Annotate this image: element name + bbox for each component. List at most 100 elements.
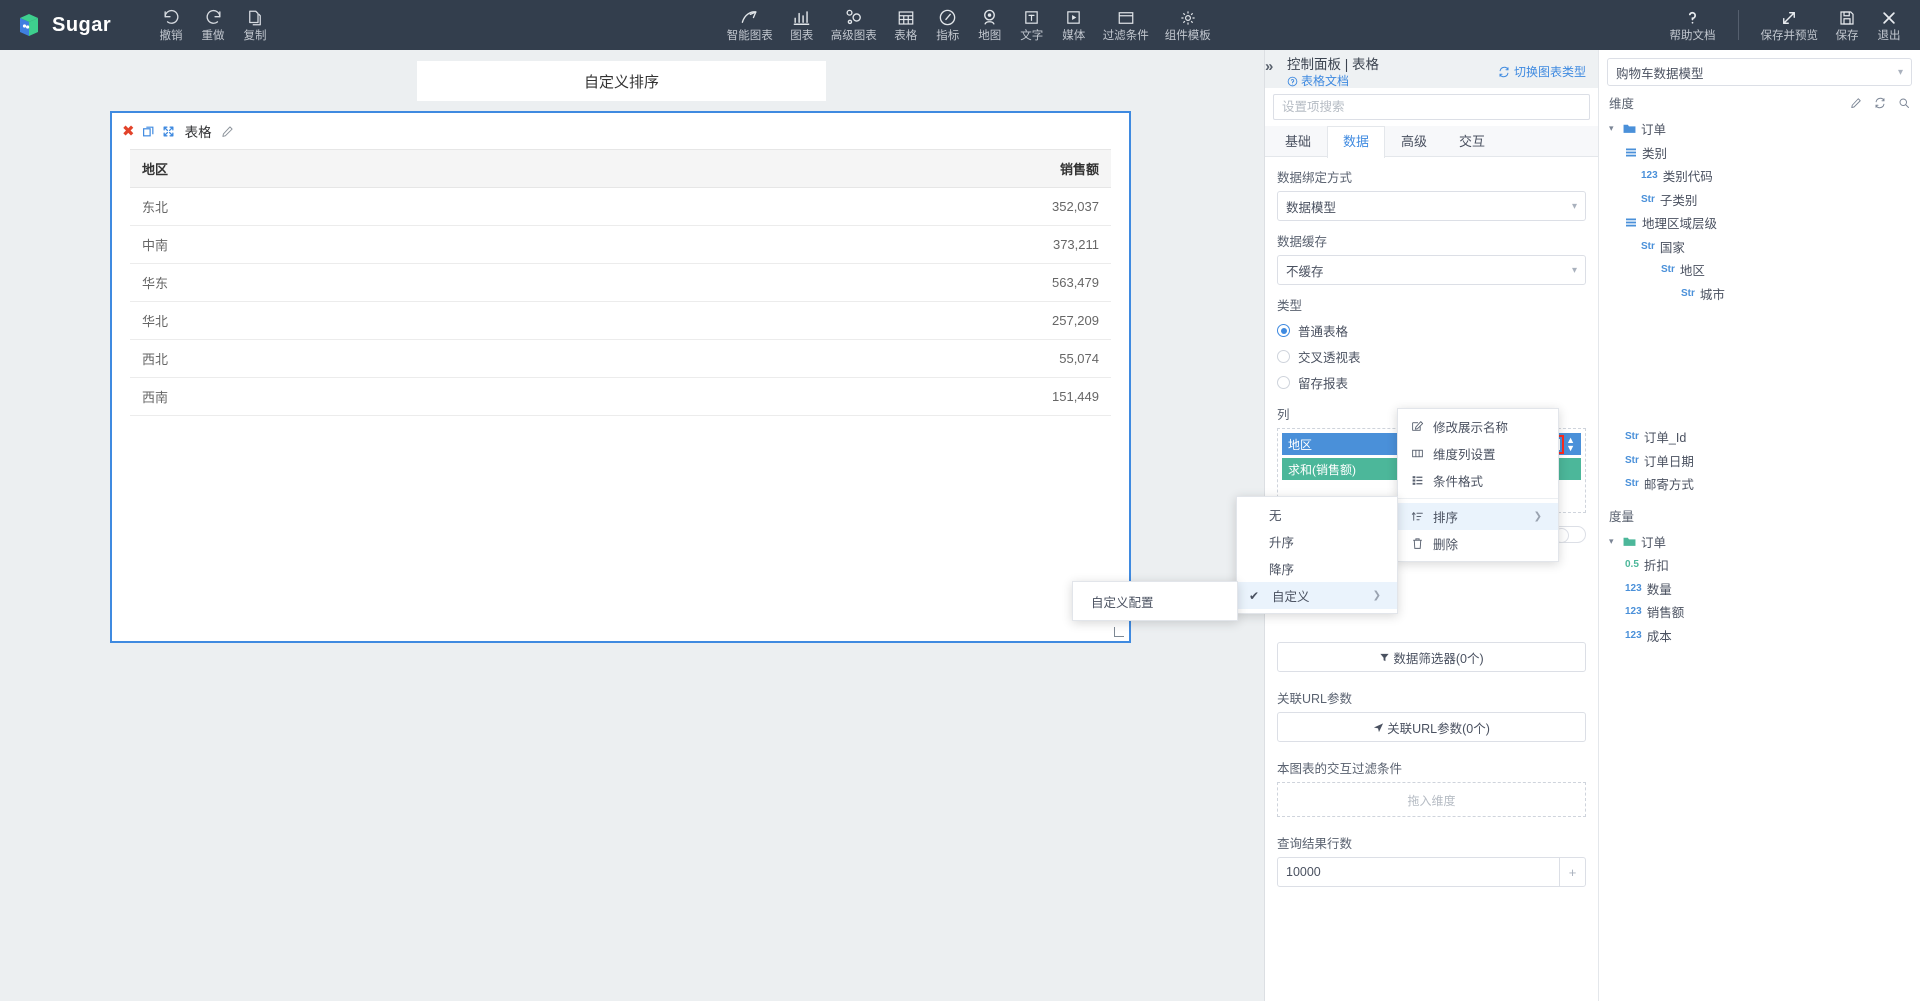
menu-item-sort-none[interactable]: 无: [1237, 501, 1397, 528]
menu-item-custom-config[interactable]: 自定义配置: [1073, 586, 1237, 616]
hierarchy-icon: [1626, 148, 1636, 157]
insert-smart-chart-button[interactable]: 智能图表: [719, 8, 781, 43]
tree-node-city[interactable]: Str 城市: [1599, 282, 1920, 306]
tree-node-order-id[interactable]: Str 订单_Id: [1599, 425, 1920, 449]
insert-chart-button[interactable]: 图表: [781, 8, 823, 43]
tree-node-subcategory[interactable]: Str 子类别: [1599, 188, 1920, 212]
tree-node-measure-folder-order[interactable]: ▾ 订单: [1599, 530, 1920, 554]
measure-label: 度量: [1609, 509, 1635, 524]
copy-button[interactable]: 复制: [234, 8, 276, 43]
tree-node-label: 地理区域层级: [1642, 217, 1718, 232]
radio-normal-table[interactable]: 普通表格: [1277, 321, 1586, 340]
redo-button[interactable]: 重做: [192, 8, 234, 43]
tab-interaction[interactable]: 交互: [1443, 126, 1501, 156]
menu-item-sort-desc[interactable]: 降序: [1237, 555, 1397, 582]
copy-icon: [246, 8, 264, 28]
insert-text-button[interactable]: 文字: [1011, 8, 1053, 43]
undo-button[interactable]: 撤销: [150, 8, 192, 43]
menu-item-delete[interactable]: 删除: [1398, 530, 1558, 557]
tree-node-type: Str: [1681, 287, 1695, 299]
menu-item-dimension-column-settings[interactable]: 维度列设置: [1398, 440, 1558, 467]
binding-select[interactable]: 数据模型 ▾: [1277, 191, 1586, 221]
dataset-select[interactable]: 购物车数据模型 ▾: [1607, 58, 1912, 86]
dashboard-canvas[interactable]: 自定义排序 ✖ 表格 地区 销售额 东北 352,037 中南 373,211 …: [0, 50, 1244, 1001]
data-filter-section: 数据筛选器(0个): [1277, 642, 1586, 672]
tree-node-group-category[interactable]: 类别: [1599, 141, 1920, 165]
table-widget[interactable]: ✖ 表格 地区 销售额 东北 352,037 中南 373,211 华东 563…: [110, 111, 1131, 643]
edit-name-icon: [1410, 420, 1424, 433]
insert-component-template-button[interactable]: 组件模板: [1157, 8, 1219, 43]
tree-node-country[interactable]: Str 国家: [1599, 235, 1920, 259]
insert-media-button[interactable]: 媒体: [1053, 8, 1095, 43]
menu-item-sort-asc[interactable]: 升序: [1237, 528, 1397, 555]
radio-retention-report[interactable]: 留存报表: [1277, 373, 1586, 392]
tree-node-quantity[interactable]: 123 数量: [1599, 577, 1920, 601]
tree-node-label: 类别: [1642, 146, 1668, 161]
menu-item-sort[interactable]: 排序 ❯: [1398, 503, 1558, 530]
history-tools: 撤销 重做 复制: [150, 8, 276, 43]
save-button[interactable]: 保存: [1826, 8, 1868, 43]
type-label: 类型: [1277, 299, 1303, 313]
tab-data[interactable]: 数据: [1327, 126, 1386, 158]
insert-metric-button[interactable]: 指标: [927, 8, 969, 43]
insert-advanced-chart-label: 高级图表: [830, 29, 877, 42]
tab-advanced[interactable]: 高级: [1385, 126, 1443, 156]
tree-node-ship-mode[interactable]: Str 邮寄方式: [1599, 472, 1920, 496]
title-widget[interactable]: 自定义排序: [417, 61, 826, 101]
tree-node-type: 123: [1625, 629, 1642, 641]
save-preview-button[interactable]: 保存并预览: [1753, 8, 1827, 43]
tree-node-type: Str: [1625, 431, 1639, 443]
tree-node-cost[interactable]: 123 成本: [1599, 624, 1920, 648]
switch-chart-type-button[interactable]: 切换图表类型: [1498, 63, 1586, 80]
widget-delete-icon[interactable]: ✖: [122, 124, 135, 139]
help-doc-button[interactable]: 帮助文档: [1662, 8, 1724, 43]
custom-sort-submenu: 自定义配置: [1072, 581, 1238, 621]
insert-table-button[interactable]: 表格: [885, 8, 927, 43]
table-header-sales[interactable]: 销售额: [620, 149, 1111, 188]
cross-filter-dropzone[interactable]: 拖入维度: [1277, 782, 1586, 817]
table-row: 东北 352,037: [130, 187, 1111, 226]
url-param-button[interactable]: 关联URL参数(0个): [1277, 712, 1586, 742]
widget-fullscreen-icon[interactable]: [162, 125, 175, 138]
edit-pencil-icon[interactable]: [221, 125, 234, 138]
exit-button[interactable]: 退出: [1868, 8, 1910, 43]
tree-node-label: 类别代码: [1662, 170, 1713, 185]
insert-map-button[interactable]: 地图: [969, 8, 1011, 43]
menu-item-rename[interactable]: 修改展示名称: [1398, 413, 1558, 440]
dimension-header-icons: [1850, 97, 1910, 109]
row-limit-increment-icon[interactable]: +: [1559, 858, 1585, 886]
tree-node-category-code[interactable]: 123 类别代码: [1599, 164, 1920, 188]
insert-filter-button[interactable]: 过滤条件: [1095, 8, 1157, 43]
menu-item-sort-custom[interactable]: ✔ 自定义 ❯: [1237, 582, 1397, 609]
edit-pencil-icon[interactable]: [1850, 97, 1862, 109]
collapse-panel-icon[interactable]: »: [1265, 58, 1273, 75]
widget-resize-handle[interactable]: [1114, 627, 1124, 637]
menu-item-conditional-format[interactable]: 条件格式: [1398, 467, 1558, 494]
insert-advanced-chart-button[interactable]: 高级图表: [823, 8, 885, 43]
menu-item-label: 删除: [1433, 538, 1459, 552]
cache-select[interactable]: 不缓存 ▾: [1277, 255, 1586, 285]
radio-pivot-table[interactable]: 交叉透视表: [1277, 347, 1586, 366]
tree-node-discount[interactable]: 0.5 折扣: [1599, 553, 1920, 577]
menu-item-label: 修改展示名称: [1433, 421, 1509, 435]
refresh-icon[interactable]: [1874, 97, 1886, 109]
tree-node-group-geo[interactable]: 地理区域层级: [1599, 211, 1920, 235]
tab-basic[interactable]: 基础: [1269, 126, 1327, 156]
settings-search-input[interactable]: [1273, 94, 1590, 120]
refresh-icon: [1499, 66, 1509, 77]
tree-node-region[interactable]: Str 地区: [1599, 258, 1920, 282]
binding-select-value: 数据模型: [1286, 200, 1337, 215]
table-header-region[interactable]: 地区: [130, 149, 621, 188]
search-icon[interactable]: [1898, 97, 1910, 109]
menu-item-label: 排序: [1433, 511, 1459, 525]
cross-filter-hint: 拖入维度: [1407, 794, 1456, 808]
column-chip-sort-icon[interactable]: ▲ ▼: [1566, 436, 1575, 453]
tree-node-sales[interactable]: 123 销售额: [1599, 600, 1920, 624]
tree-node-folder-order[interactable]: ▾ 订单: [1599, 117, 1920, 141]
widget-duplicate-icon[interactable]: [142, 125, 155, 138]
filter-panel-icon: [1117, 8, 1135, 28]
data-filter-button[interactable]: 数据筛选器(0个): [1277, 642, 1586, 672]
tree-node-label: 折扣: [1643, 559, 1669, 574]
tree-node-order-date[interactable]: Str 订单日期: [1599, 449, 1920, 473]
row-limit-stepper[interactable]: 10000 +: [1277, 857, 1586, 887]
